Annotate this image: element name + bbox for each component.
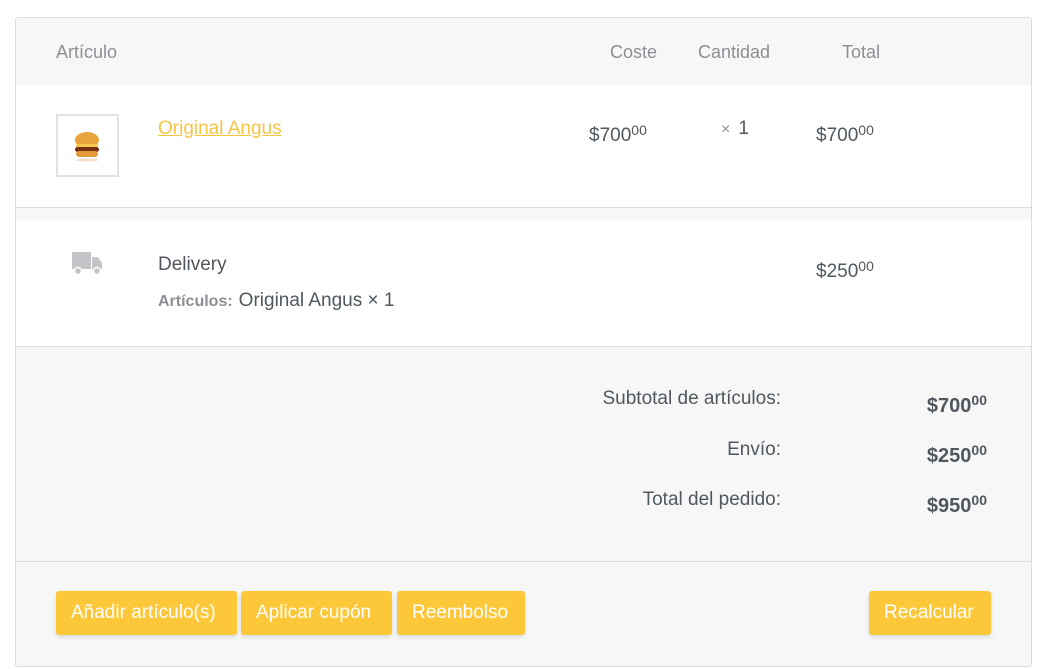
subtotal-value: $70000 xyxy=(927,392,987,418)
item-total-cents: 00 xyxy=(858,122,874,138)
item-cost-cents: 00 xyxy=(631,122,647,138)
order-actions: Añadir artículo(s) Aplicar cupón Reembol… xyxy=(16,562,1031,666)
item-quantity-value: 1 xyxy=(738,118,749,139)
times-symbol: × xyxy=(721,121,731,138)
shipping-total-sum: $250 xyxy=(926,445,972,467)
order-total-cents: 00 xyxy=(971,492,987,508)
shipping-total-cents: 00 xyxy=(858,258,874,274)
refund-button[interactable]: Reembolso xyxy=(397,591,525,635)
item-total: $70000 xyxy=(816,122,874,147)
shipping-total-value: $25000 xyxy=(927,442,987,468)
add-items-button[interactable]: Añadir artículo(s) xyxy=(56,591,237,635)
recalculate-button[interactable]: Recalcular xyxy=(869,591,991,635)
line-item-row: Original Angus $70000 × 1 $70000 xyxy=(16,85,1031,208)
product-thumbnail[interactable] xyxy=(56,114,119,177)
shipping-items-value: Original Angus × 1 xyxy=(238,290,395,311)
apply-coupon-button[interactable]: Aplicar cupón xyxy=(241,591,392,635)
column-header-item: Artículo xyxy=(56,42,118,62)
subtotal-cents: 00 xyxy=(971,392,987,408)
shipping-total-amount: $250 xyxy=(816,261,859,282)
truck-icon xyxy=(72,252,102,276)
order-items-panel: Artículo Coste Cantidad Total Original A… xyxy=(15,17,1032,667)
subtotal-amount: $700 xyxy=(926,395,972,417)
column-header-total: Total xyxy=(842,42,881,62)
subtotal-label: Subtotal de artículos: xyxy=(602,388,782,409)
shipping-total: $25000 xyxy=(816,258,874,283)
order-total-amount: $950 xyxy=(926,495,972,517)
burger-icon xyxy=(75,132,99,162)
shipping-total-label: Envío: xyxy=(727,439,781,460)
column-header-cost: Coste xyxy=(610,42,658,62)
order-totals: Subtotal de artículos: $70000 Envío: $25… xyxy=(16,347,1031,562)
items-table-header: Artículo Coste Cantidad Total xyxy=(16,18,1031,85)
column-header-quantity: Cantidad xyxy=(698,42,771,62)
shipping-items-label: Artículos: xyxy=(158,293,233,310)
row-separator xyxy=(16,208,1031,220)
item-total-amount: $700 xyxy=(816,125,859,146)
shipping-row: Delivery Artículos: Original Angus × 1 $2… xyxy=(16,220,1031,347)
shipping-method-name: Delivery xyxy=(158,254,227,275)
item-cost-amount: $700 xyxy=(589,125,632,146)
shipping-items: Artículos: Original Angus × 1 xyxy=(158,290,394,312)
item-cost: $70000 xyxy=(589,122,647,147)
product-name-link[interactable]: Original Angus xyxy=(158,118,282,140)
item-quantity: × 1 xyxy=(721,118,749,140)
order-total-label: Total del pedido: xyxy=(642,489,781,510)
shipping-total-sum-cents: 00 xyxy=(971,442,987,458)
order-total-value: $95000 xyxy=(927,492,987,518)
